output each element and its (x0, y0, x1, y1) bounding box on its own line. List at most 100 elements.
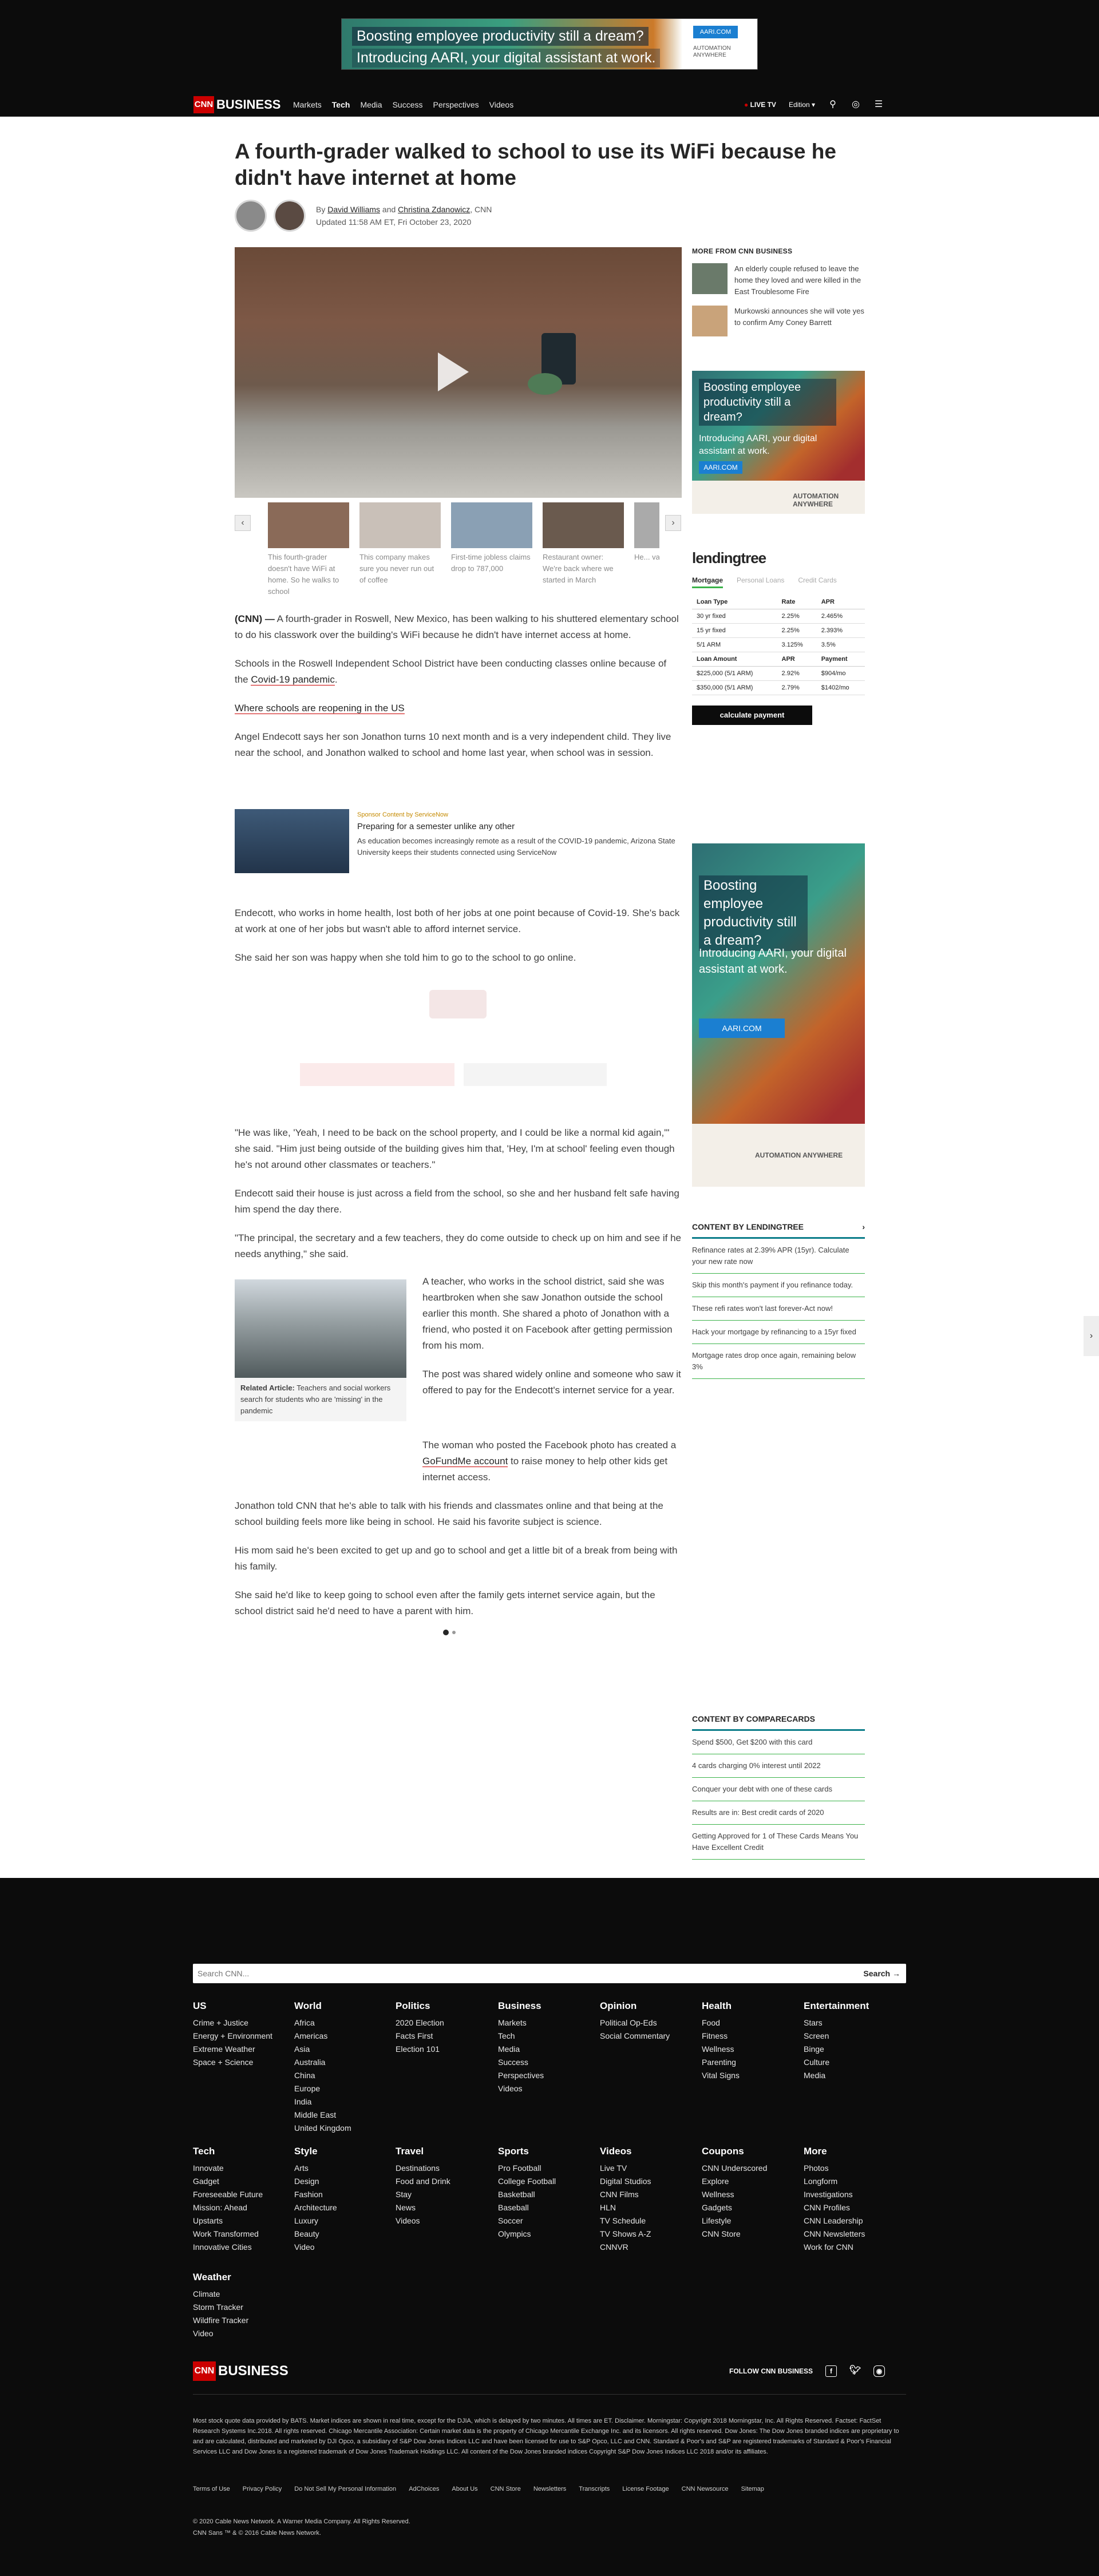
footer-heading[interactable]: Travel (396, 2146, 493, 2157)
footer-link[interactable]: CNN Newsletters (804, 2228, 901, 2241)
footer-link[interactable]: Extreme Weather (193, 2043, 290, 2056)
nav-link-tech[interactable]: Tech (332, 100, 350, 109)
footer-link[interactable]: Architecture (294, 2201, 392, 2214)
footer-link[interactable]: Basketball (498, 2188, 595, 2201)
lendingtree-logo[interactable]: lendingtree (692, 549, 865, 567)
table-row[interactable]: 15 yr fixed 2.25% 2.393% (692, 623, 865, 638)
footer-link[interactable]: Markets (498, 2016, 595, 2030)
footer-link[interactable]: Luxury (294, 2214, 392, 2228)
instagram-icon[interactable]: ◉ (873, 2365, 885, 2377)
footer-link[interactable]: Live TV (600, 2162, 697, 2175)
footer-heading[interactable]: Health (702, 2000, 799, 2012)
footer-link[interactable]: Fitness (702, 2030, 799, 2043)
footer-heading[interactable]: Style (294, 2146, 392, 2157)
gofundme-link[interactable]: GoFundMe account (422, 1456, 508, 1467)
footer-link[interactable]: Digital Studios (600, 2175, 697, 2188)
footer-link[interactable]: Video (193, 2327, 290, 2340)
table-row[interactable]: 30 yr fixed 2.25% 2.465% (692, 609, 865, 624)
footer-link[interactable]: Arts (294, 2162, 392, 2175)
footer-link[interactable]: College Football (498, 2175, 595, 2188)
footer-link[interactable]: CNN Films (600, 2188, 697, 2201)
footer-link[interactable]: United Kingdom (294, 2122, 392, 2135)
search-icon[interactable]: ⚲ (828, 100, 838, 110)
sponsor-title[interactable]: Preparing for a semester unlike any othe… (357, 822, 515, 831)
ad-button[interactable]: AARI.COM (699, 1018, 785, 1038)
footer-link[interactable]: Middle East (294, 2109, 392, 2122)
footer-link[interactable]: Soccer (498, 2214, 595, 2228)
footer-link[interactable]: Wildfire Tracker (193, 2314, 290, 2327)
footer-link[interactable]: TV Shows A-Z (600, 2228, 697, 2241)
footer-link[interactable]: Videos (498, 2082, 595, 2095)
nav-link-perspectives[interactable]: Perspectives (433, 100, 479, 109)
footer-link[interactable]: Americas (294, 2030, 392, 2043)
footer-link[interactable]: Screen (804, 2030, 901, 2043)
footer-link[interactable]: Facts First (396, 2030, 493, 2043)
footer-link[interactable]: About Us (452, 2486, 477, 2492)
footer-link[interactable]: Gadgets (702, 2201, 799, 2214)
footer-heading[interactable]: Business (498, 2000, 595, 2012)
footer-link[interactable]: Fashion (294, 2188, 392, 2201)
list-item[interactable]: Spend $500, Get $200 with this card (692, 1731, 865, 1754)
footer-link[interactable]: Work for CNN (804, 2241, 901, 2254)
footer-link[interactable]: Storm Tracker (193, 2301, 290, 2314)
footer-link[interactable]: Longform (804, 2175, 901, 2188)
list-item[interactable]: Getting Approved for 1 of These Cards Me… (692, 1825, 865, 1860)
footer-link[interactable]: Design (294, 2175, 392, 2188)
covid-link[interactable]: Covid-19 pandemic (251, 674, 335, 685)
footer-link[interactable]: Investigations (804, 2188, 901, 2201)
carousel-item[interactable]: Restaurant owner: We're back where we st… (543, 502, 624, 586)
live-tv-link[interactable]: ● LIVE TV (744, 101, 776, 109)
footer-link[interactable]: Food (702, 2016, 799, 2030)
calculate-payment-button[interactable]: calculate payment (692, 706, 812, 725)
chevron-right-icon[interactable]: › (665, 515, 681, 531)
footer-link[interactable]: Asia (294, 2043, 392, 2056)
ad-button[interactable]: AARI.COM (699, 461, 742, 474)
footer-link[interactable]: CNN Store (491, 2486, 521, 2492)
list-item[interactable]: Mortgage rates drop once again, remainin… (692, 1344, 865, 1379)
footer-link[interactable]: News (396, 2201, 493, 2214)
chevron-right-icon[interactable]: › (862, 1222, 865, 1231)
list-item[interactable]: Hack your mortgage by refinancing to a 1… (692, 1321, 865, 1344)
feedback-tab[interactable]: › (1084, 1316, 1099, 1356)
menu-icon[interactable]: ☰ (873, 100, 884, 110)
table-row[interactable]: 5/1 ARM 3.125% 3.5% (692, 637, 865, 652)
nav-link-videos[interactable]: Videos (489, 100, 514, 109)
footer-link[interactable]: China (294, 2069, 392, 2082)
list-item[interactable]: Conquer your debt with one of these card… (692, 1778, 865, 1801)
footer-link[interactable]: Foreseeable Future (193, 2188, 290, 2201)
video-player[interactable] (235, 247, 682, 498)
footer-link[interactable]: Destinations (396, 2162, 493, 2175)
account-icon[interactable]: ◎ (851, 100, 861, 110)
footer-heading[interactable]: Videos (600, 2146, 697, 2157)
footer-link[interactable]: Africa (294, 2016, 392, 2030)
footer-link[interactable]: Perspectives (498, 2069, 595, 2082)
footer-link[interactable]: Pro Football (498, 2162, 595, 2175)
tab-mortgage[interactable]: Mortgage (692, 576, 723, 588)
footer-link[interactable]: HLN (600, 2201, 697, 2214)
footer-link[interactable]: Work Transformed (193, 2228, 290, 2241)
footer-link[interactable]: India (294, 2095, 392, 2109)
nav-link-media[interactable]: Media (360, 100, 382, 109)
rail-ad-1[interactable]: Boosting employee productivity still a d… (692, 371, 865, 514)
footer-link[interactable]: Explore (702, 2175, 799, 2188)
footer-link[interactable]: License Footage (622, 2486, 669, 2492)
footer-link[interactable]: CNNVR (600, 2241, 697, 2254)
footer-heading[interactable]: More (804, 2146, 901, 2157)
footer-heading[interactable]: Opinion (600, 2000, 697, 2012)
footer-link[interactable]: CNN Underscored (702, 2162, 799, 2175)
more-item-title[interactable]: Murkowski announces she will vote yes to… (734, 306, 865, 336)
list-item[interactable]: Refinance rates at 2.39% APR (15yr). Cal… (692, 1239, 865, 1274)
footer-heading[interactable]: Weather (193, 2272, 290, 2283)
footer-link[interactable]: Energy + Environment (193, 2030, 290, 2043)
nav-link-success[interactable]: Success (393, 100, 423, 109)
author-avatar[interactable] (235, 200, 267, 232)
footer-link[interactable]: Australia (294, 2056, 392, 2069)
footer-link[interactable]: Photos (804, 2162, 901, 2175)
footer-link[interactable]: Do Not Sell My Personal Information (294, 2486, 396, 2492)
footer-heading[interactable]: US (193, 2000, 290, 2012)
footer-link[interactable]: Culture (804, 2056, 901, 2069)
table-row[interactable]: $350,000 (5/1 ARM) 2.79% $1402/mo (692, 680, 865, 695)
related-article[interactable]: Related Article: Teachers and social wor… (235, 1279, 406, 1421)
tab-credit-cards[interactable]: Credit Cards (798, 576, 836, 588)
footer-link[interactable]: Innovate (193, 2162, 290, 2175)
